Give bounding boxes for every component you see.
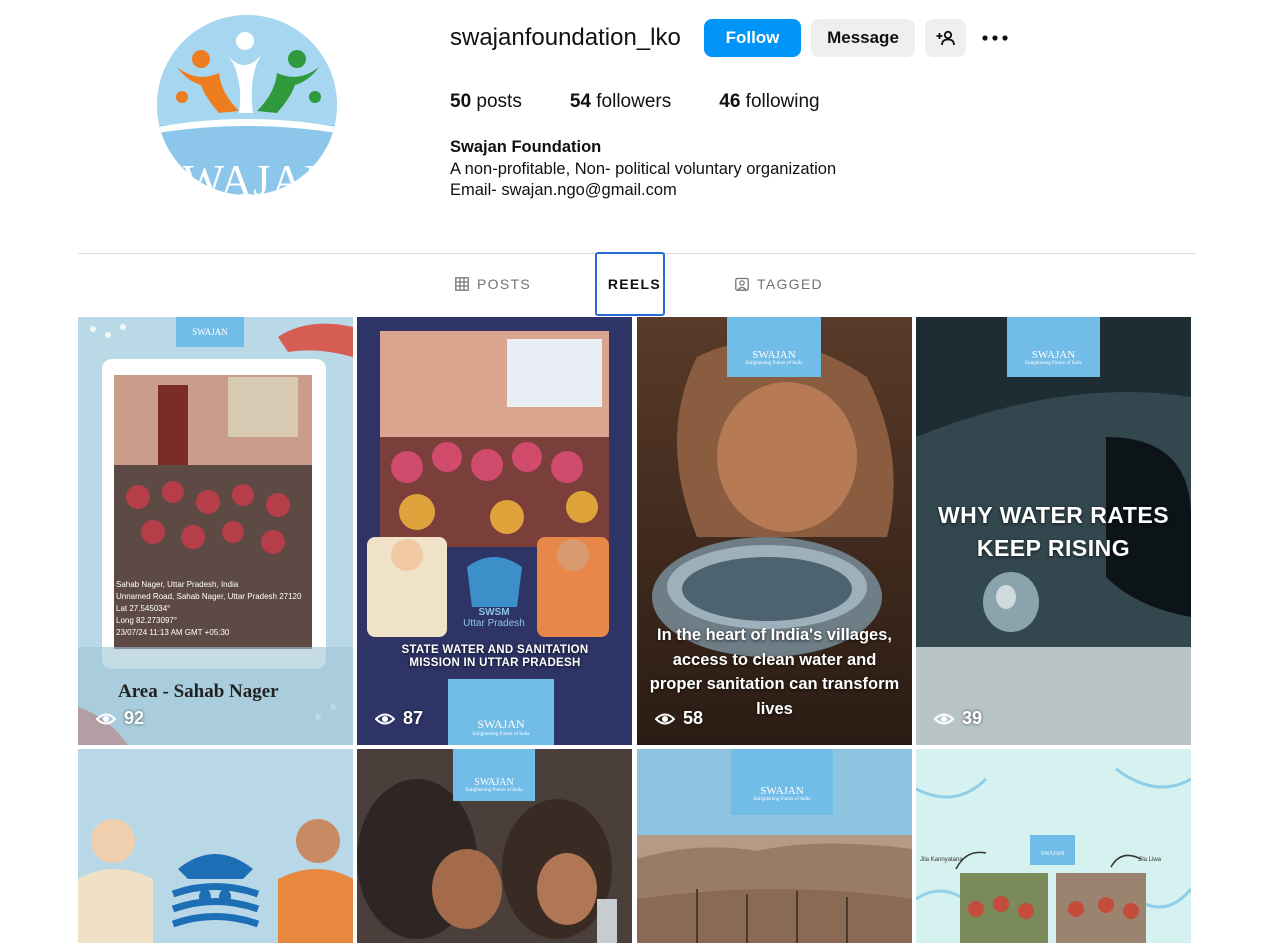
photo-label-left: Jila Kannyatana: [920, 857, 963, 863]
profile-avatar[interactable]: SWAJAN: [157, 15, 337, 195]
tab-reels-label: REELS: [607, 276, 661, 292]
view-count: 39: [934, 708, 982, 729]
reels-icon: [599, 283, 600, 285]
tagged-icon: [735, 277, 749, 291]
reel-tile[interactable]: SWAJAN Sahab Nager, Uttar Pradesh, India…: [78, 317, 353, 745]
logo-wordmark: SWAJAN: [1031, 349, 1076, 361]
tab-tagged-label: TAGGED: [757, 276, 823, 292]
grid-icon: [455, 277, 469, 291]
view-count-number: 58: [683, 708, 704, 728]
reel-caption: In the heart of India's villages, access…: [649, 626, 900, 718]
eye-icon: [655, 713, 675, 724]
profile-stats: 50 posts 54 followers 46 following: [450, 91, 820, 113]
swajan-logo-badge: SWAJAN: [176, 317, 244, 347]
avatar-wordmark: SWAJAN: [157, 156, 337, 195]
reel-tile[interactable]: SWAJAN Enlightening Future of India WHY …: [916, 317, 1191, 745]
view-count: 87: [375, 708, 423, 729]
logo-tagline: Enlightening Future of India: [472, 732, 530, 737]
following-link[interactable]: 46 following: [719, 91, 819, 113]
swajan-logo-badge: SWAJAN Enlightening Future of India: [448, 679, 554, 745]
profile-full-name: Swajan Foundation: [450, 138, 602, 156]
logo-wordmark: SWAJAN: [752, 349, 796, 361]
geotag-line: Unnamed Road, Sahab Nager, Uttar Pradesh…: [116, 592, 302, 601]
swajan-logo-badge: SWAJAN Enlightening Future of India: [727, 317, 821, 377]
view-count: 92: [96, 708, 144, 729]
reel-tile[interactable]: SWAJAN Jila Kannyatana Jila Liwa: [916, 749, 1191, 943]
geotag-line: 23/07/24 11:13 AM GMT +05:30: [116, 628, 230, 637]
swajan-logo-badge: SWAJAN Enlightening Future of India: [731, 749, 833, 815]
bio-line: A non-profitable, Non- political volunta…: [450, 159, 837, 178]
posts-count: 50 posts: [450, 91, 522, 112]
followers-link[interactable]: 54 followers: [570, 91, 671, 113]
logo-wordmark: SWAJAN: [760, 785, 804, 797]
view-count-number: 87: [403, 708, 424, 728]
reel-tile[interactable]: SWSM Uttar Pradesh STATE WATER AND SANIT…: [357, 317, 632, 745]
swsm-emblem-label: SWSM Uttar Pradesh: [457, 607, 531, 629]
tab-reels[interactable]: REELS: [595, 252, 665, 316]
eye-icon: [96, 713, 116, 724]
reel-tile[interactable]: SWAJAN Enlightening Future of India: [637, 749, 912, 943]
swajan-logo-badge: SWAJAN Enlightening Future of India: [453, 749, 535, 801]
profile-bio: Swajan Foundation A non-profitable, Non-…: [450, 137, 836, 202]
reel-tile[interactable]: SWAJAN Enlightening Future of India In t…: [637, 317, 912, 745]
tab-posts[interactable]: POSTS: [455, 252, 531, 316]
reel-tile[interactable]: SWAJAN Enlightening Future of India: [357, 749, 632, 943]
logo-tagline: Enlightening Future of India: [465, 788, 523, 793]
emblem-title: SWSM: [478, 607, 510, 618]
eye-icon: [934, 713, 954, 724]
follow-button[interactable]: Follow: [704, 19, 801, 57]
geotag-line: Sahab Nager, Uttar Pradesh, India: [116, 580, 239, 589]
logo-wordmark: SWAJAN: [474, 777, 514, 788]
view-count: 58: [655, 708, 703, 729]
emblem-subtitle: Uttar Pradesh: [463, 618, 525, 629]
suggested-accounts-button[interactable]: [925, 19, 966, 57]
reel-caption: Area - Sahab Nager: [118, 681, 279, 702]
tab-posts-label: POSTS: [477, 276, 531, 292]
photo-geotag: Sahab Nager, Uttar Pradesh, India Unname…: [116, 579, 312, 639]
logo-tagline: Enlightening Future of India: [745, 361, 803, 366]
swajan-logo-badge: SWAJAN Enlightening Future of India: [1007, 317, 1100, 377]
bio-email: Email- swajan.ngo@gmail.com: [450, 181, 677, 199]
profile-username: swajanfoundation_lko: [450, 24, 681, 51]
reel-thumbnail-image: [78, 749, 353, 943]
reel-caption: WHY WATER RATES KEEP RISING: [937, 502, 1170, 561]
eye-icon: [375, 713, 395, 724]
logo-wordmark: SWAJAN: [477, 717, 525, 731]
view-count-number: 92: [124, 708, 145, 728]
logo-tagline: Enlightening Future of India: [753, 797, 811, 802]
more-options-button[interactable]: [975, 19, 1015, 57]
photo-label-right: Jila Liwa: [1138, 857, 1162, 863]
reel-tile[interactable]: [78, 749, 353, 943]
message-button[interactable]: Message: [811, 19, 915, 57]
more-dots-icon: [982, 35, 1008, 41]
add-person-icon: [936, 30, 955, 46]
view-count-number: 39: [962, 708, 983, 728]
logo-tagline: Enlightening Future of India: [1024, 361, 1083, 366]
geotag-line: Long 82.273097°: [116, 616, 178, 625]
reel-caption: STATE WATER AND SANITATION MISSION IN UT…: [401, 644, 589, 669]
tab-tagged[interactable]: TAGGED: [735, 252, 823, 316]
swajan-logo-badge: SWAJAN: [1030, 835, 1075, 865]
geotag-line: Lat 27.545034°: [116, 604, 171, 613]
